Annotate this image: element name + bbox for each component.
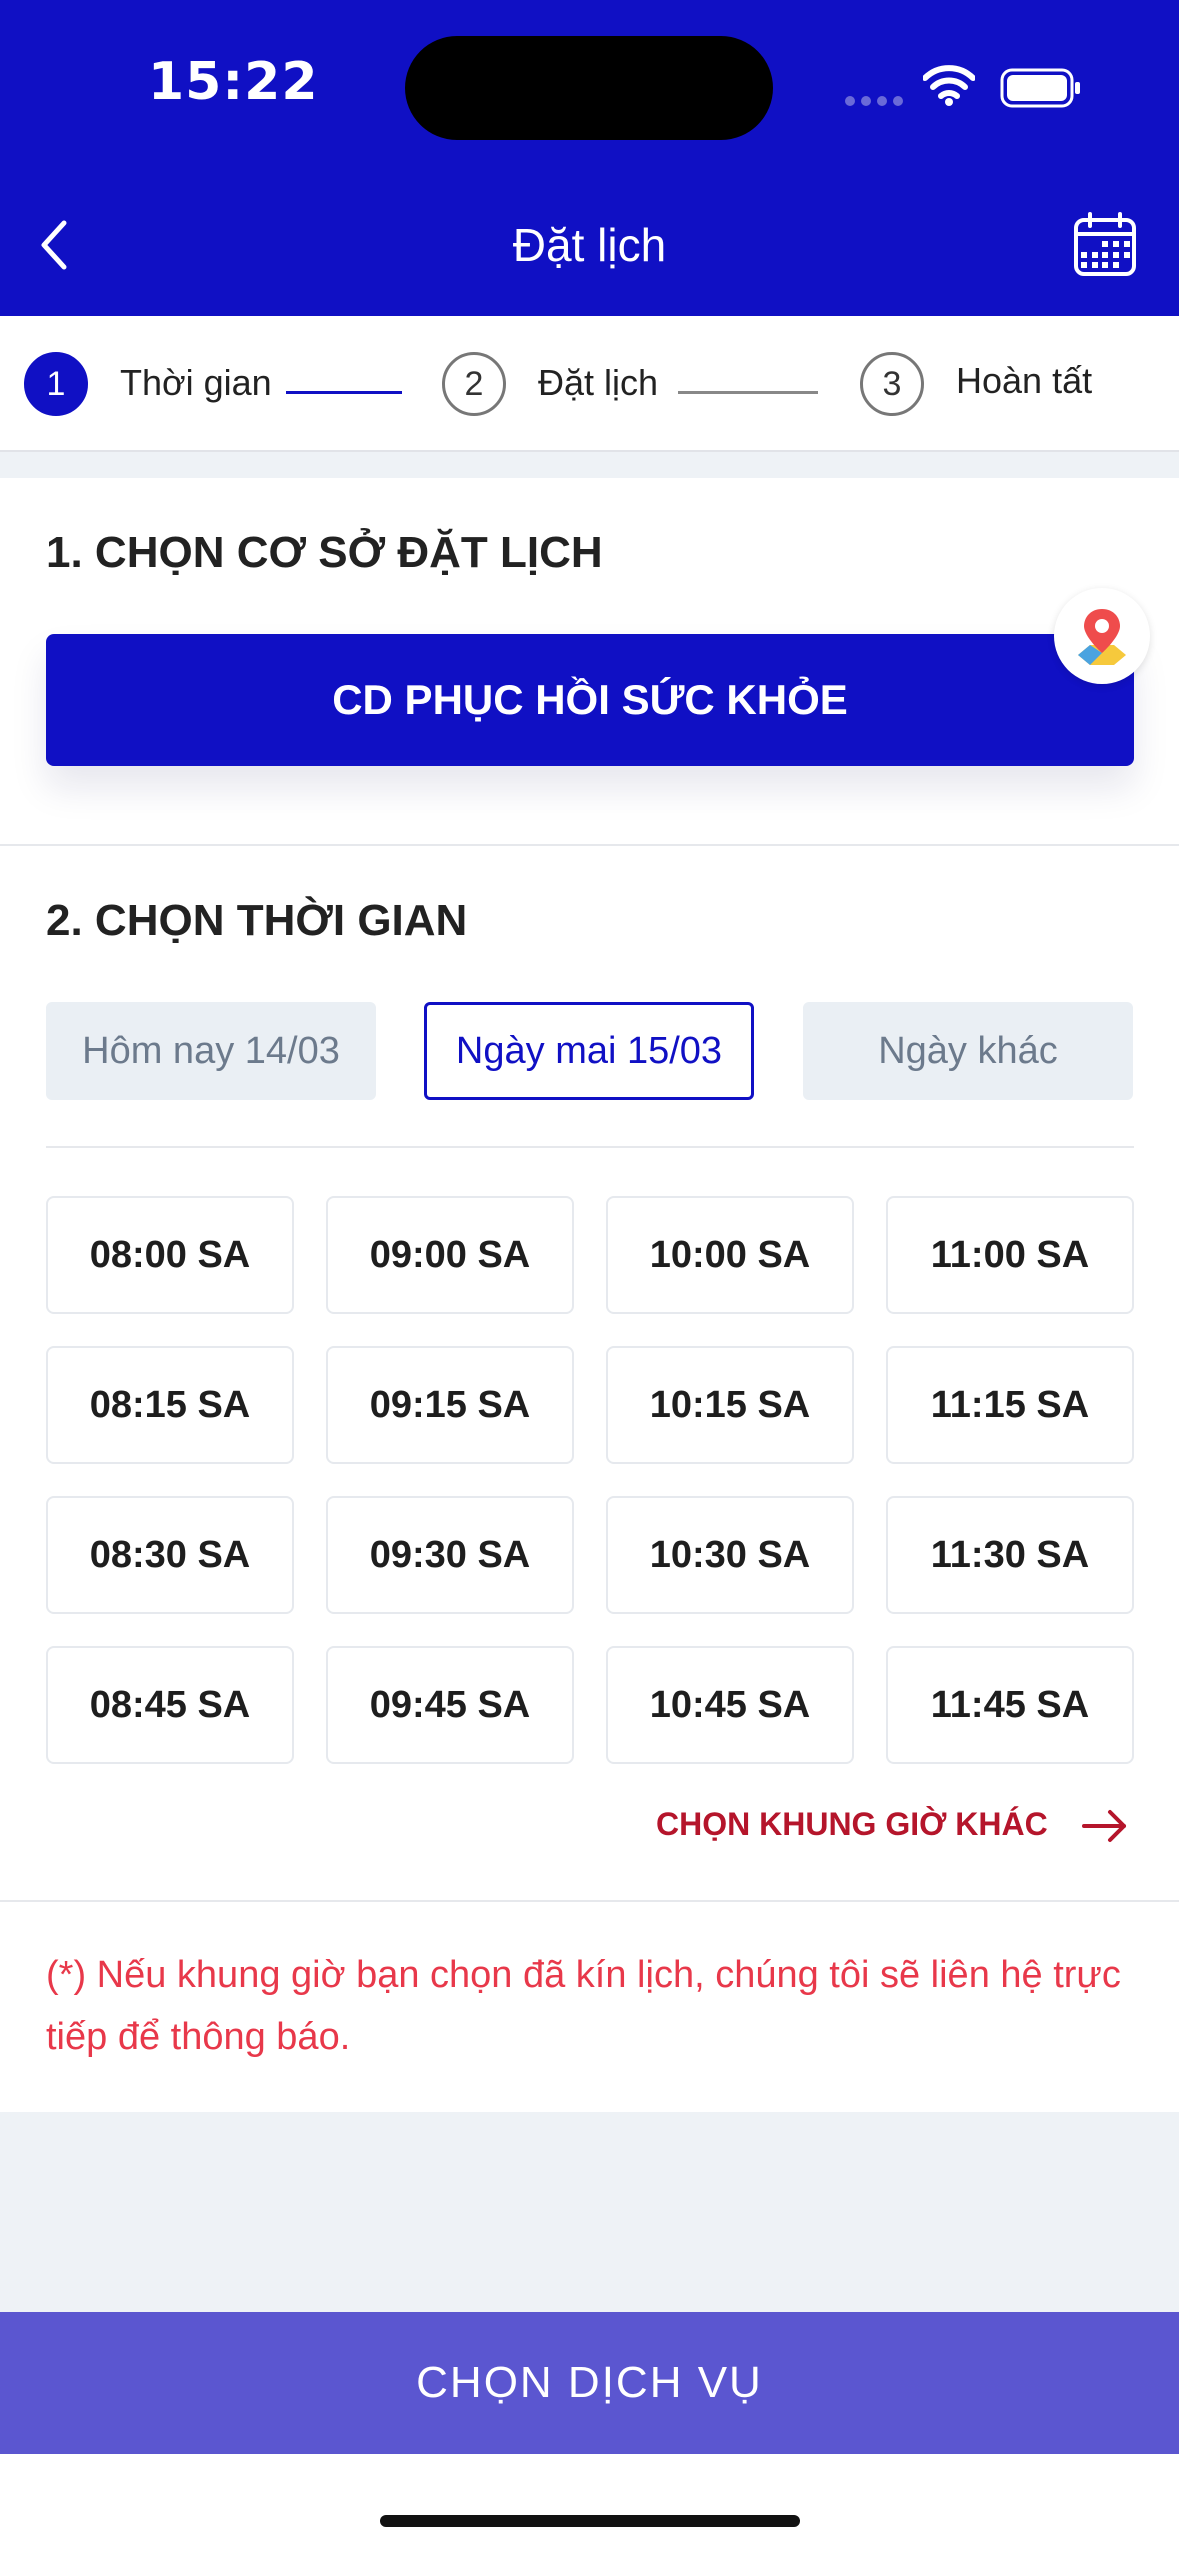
calendar-button[interactable]: [1070, 210, 1140, 280]
time-slot[interactable]: 08:45 SA: [46, 1646, 294, 1764]
battery-icon: [1000, 68, 1080, 108]
time-slot[interactable]: 09:15 SA: [326, 1346, 574, 1464]
bottom-spacer: [0, 2112, 1179, 2312]
arrow-right-icon[interactable]: [1080, 1806, 1130, 1846]
calendar-icon: [1074, 212, 1136, 276]
section-spacer: [0, 452, 1179, 478]
map-pin-button[interactable]: [1054, 588, 1150, 684]
time-slot[interactable]: 08:15 SA: [46, 1346, 294, 1464]
map-pin-icon: [1078, 609, 1126, 665]
facility-select-button[interactable]: CD PHỤC HỒI SỨC KHỎE: [46, 634, 1134, 766]
section-divider: [0, 844, 1179, 846]
other-times-link[interactable]: CHỌN KHUNG GIỜ KHÁC: [656, 1806, 1048, 1843]
choose-service-button[interactable]: CHỌN DỊCH VỤ: [0, 2312, 1179, 2454]
booking-note: (*) Nếu khung giờ bạn chọn đã kín lịch, …: [46, 1954, 1121, 2058]
note-divider: [0, 1900, 1179, 1902]
step-connector-1: [286, 391, 402, 394]
time-slot[interactable]: 10:45 SA: [606, 1646, 854, 1764]
step-3-label: Hoàn tất: [956, 360, 1093, 401]
step-1-label: Thời gian: [120, 362, 272, 403]
date-tab-other[interactable]: Ngày khác: [803, 1002, 1133, 1100]
date-tab-tomorrow[interactable]: Ngày mai 15/03: [424, 1002, 754, 1100]
step-3-circle: 3: [860, 352, 924, 416]
time-slot[interactable]: 10:00 SA: [606, 1196, 854, 1314]
status-time: 15:22: [148, 52, 319, 112]
booking-stepper: 1 Thời gian 2 Đặt lịch 3 Hoàn tất: [0, 316, 1179, 452]
step-1-circle: 1: [24, 352, 88, 416]
app-header: 15:22 Đặt lịch: [0, 0, 1179, 316]
time-slot[interactable]: 10:30 SA: [606, 1496, 854, 1614]
home-indicator: [380, 2515, 800, 2527]
time-heading: 2. CHỌN THỜI GIAN: [46, 896, 468, 945]
date-divider: [46, 1146, 1134, 1148]
page-title: Đặt lịch: [512, 219, 667, 271]
step-2-label: Đặt lịch: [538, 362, 659, 403]
time-slot[interactable]: 08:00 SA: [46, 1196, 294, 1314]
facility-heading: 1. CHỌN CƠ SỞ ĐẶT LỊCH: [46, 528, 603, 577]
time-slot[interactable]: 10:15 SA: [606, 1346, 854, 1464]
time-slot[interactable]: 11:30 SA: [886, 1496, 1134, 1614]
step-connector-2: [678, 391, 818, 394]
time-slot[interactable]: 11:45 SA: [886, 1646, 1134, 1764]
time-slot[interactable]: 09:00 SA: [326, 1196, 574, 1314]
time-slot[interactable]: 09:30 SA: [326, 1496, 574, 1614]
time-slot[interactable]: 11:00 SA: [886, 1196, 1134, 1314]
dynamic-island: [405, 36, 773, 140]
time-slot[interactable]: 11:15 SA: [886, 1346, 1134, 1464]
time-slot[interactable]: 08:30 SA: [46, 1496, 294, 1614]
step-2-circle: 2: [442, 352, 506, 416]
date-tab-today[interactable]: Hôm nay 14/03: [46, 1002, 376, 1100]
cellular-signal-icon: [845, 96, 905, 106]
wifi-icon: [923, 65, 975, 106]
time-slot[interactable]: 09:45 SA: [326, 1646, 574, 1764]
